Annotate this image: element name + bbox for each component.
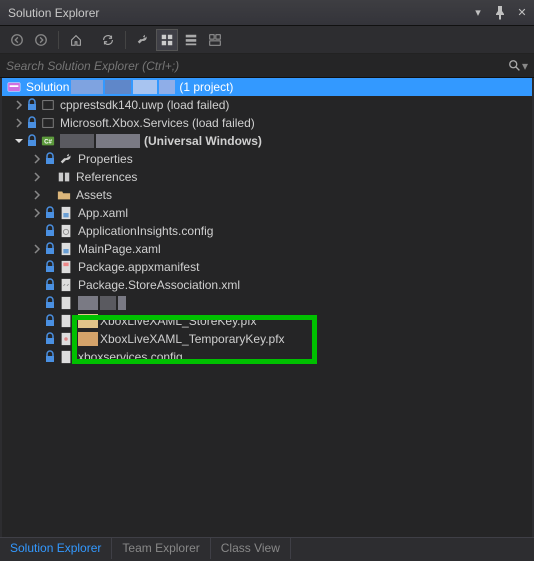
cert-file-icon (58, 331, 74, 347)
node-label: Assets (76, 188, 112, 202)
node-label: XboxLiveXAML_StoreKey.pfx (100, 314, 257, 328)
solution-tree: Solution (1 project) cpprestsdk140.uwp (… (2, 78, 532, 537)
project-disabled-icon (40, 97, 56, 113)
home-button[interactable] (65, 29, 87, 51)
lock-icon (44, 224, 56, 238)
file-icon (58, 295, 74, 311)
lock-icon (44, 260, 56, 274)
toolbar (0, 26, 534, 54)
node-appinsights[interactable]: ApplicationInsights.config (2, 222, 532, 240)
tab-class-view[interactable]: Class View (211, 538, 291, 559)
redacted-solution-name (71, 80, 103, 94)
project-cpprestsdk[interactable]: cpprestsdk140.uwp (load failed) (2, 96, 532, 114)
node-redacted[interactable] (2, 294, 532, 312)
project-disabled-icon (40, 115, 56, 131)
node-label: XboxLiveXAML_TemporaryKey.pfx (100, 332, 285, 346)
csharp-project-icon: C# (40, 133, 56, 149)
solution-node[interactable]: Solution (1 project) (2, 78, 532, 96)
dropdown-icon[interactable]: ▾ (470, 5, 486, 21)
expand-arrow-icon[interactable] (30, 242, 44, 256)
search-icon[interactable]: ▾ (508, 59, 528, 73)
node-label: ApplicationInsights.config (78, 224, 213, 238)
wrench-icon (58, 151, 74, 167)
lock-icon (44, 278, 56, 292)
forward-button[interactable] (30, 29, 52, 51)
xml-file-icon (58, 277, 74, 293)
pin-icon[interactable] (492, 5, 508, 21)
node-xboxservices-config[interactable]: xboxservices.config (2, 348, 532, 366)
expand-arrow-icon[interactable] (30, 170, 44, 184)
references-icon (56, 169, 72, 185)
tab-solution-explorer[interactable]: Solution Explorer (0, 538, 112, 559)
search-input[interactable] (6, 59, 508, 73)
sync-button[interactable] (97, 29, 119, 51)
redacted-project-name (60, 134, 94, 148)
node-label: Properties (78, 152, 133, 166)
expand-arrow-icon[interactable] (12, 98, 26, 112)
svg-text:C#: C# (44, 139, 52, 146)
node-label: App.xaml (78, 206, 128, 220)
node-app-xaml[interactable]: App.xaml (2, 204, 532, 222)
node-redacted[interactable]: XboxLiveXAML_StoreKey.pfx (2, 312, 532, 330)
node-label: References (76, 170, 137, 184)
panel-tabs: Solution Explorer Team Explorer Class Vi… (0, 537, 534, 559)
folder-icon (56, 187, 72, 203)
file-icon (58, 313, 74, 329)
node-references[interactable]: References (2, 168, 532, 186)
solution-label-prefix: Solution (26, 80, 69, 94)
search-bar: ▾ (0, 54, 534, 78)
config-file-icon (58, 223, 74, 239)
node-label: (Universal Windows) (144, 134, 262, 148)
manifest-file-icon (58, 259, 74, 275)
back-button[interactable] (6, 29, 28, 51)
lock-icon (44, 314, 56, 328)
redacted-prefix (78, 332, 98, 346)
node-label: Package.appxmanifest (78, 260, 199, 274)
lock-icon (44, 296, 56, 310)
node-properties[interactable]: Properties (2, 150, 532, 168)
project-main[interactable]: C# (Universal Windows) (2, 132, 532, 150)
collapse-all-button[interactable] (180, 29, 202, 51)
expand-arrow-icon[interactable] (30, 188, 44, 202)
lock-icon (44, 242, 56, 256)
lock-icon (26, 98, 38, 112)
lock-icon (44, 152, 56, 166)
expand-arrow-icon[interactable] (12, 116, 26, 130)
lock-icon (44, 332, 56, 346)
solution-icon (6, 79, 22, 95)
redacted-filename (78, 314, 98, 328)
xaml-file-icon (58, 241, 74, 257)
solution-label-suffix: (1 project) (179, 80, 233, 94)
node-temporarykey[interactable]: XboxLiveXAML_TemporaryKey.pfx (2, 330, 532, 348)
node-label: xboxservices.config (78, 350, 183, 364)
node-mainpage-xaml[interactable]: MainPage.xaml (2, 240, 532, 258)
xaml-file-icon (58, 205, 74, 221)
collapse-arrow-icon[interactable] (12, 134, 26, 148)
expand-arrow-icon[interactable] (30, 152, 44, 166)
redacted-filename (78, 296, 98, 310)
node-label: MainPage.xaml (78, 242, 161, 256)
wrench-button[interactable] (132, 29, 154, 51)
properties-button[interactable] (204, 29, 226, 51)
show-all-files-button[interactable] (156, 29, 178, 51)
node-package-storeassoc[interactable]: Package.StoreAssociation.xml (2, 276, 532, 294)
tab-team-explorer[interactable]: Team Explorer (112, 538, 210, 559)
project-xboxservices[interactable]: Microsoft.Xbox.Services (load failed) (2, 114, 532, 132)
lock-icon (44, 206, 56, 220)
node-label: cpprestsdk140.uwp (load failed) (60, 98, 229, 112)
node-label: Microsoft.Xbox.Services (load failed) (60, 116, 255, 130)
panel-title: Solution Explorer (8, 6, 470, 20)
lock-icon (26, 134, 38, 148)
node-label: Package.StoreAssociation.xml (78, 278, 240, 292)
lock-icon (26, 116, 38, 130)
expand-arrow-icon[interactable] (30, 206, 44, 220)
node-assets[interactable]: Assets (2, 186, 532, 204)
lock-icon (44, 350, 56, 364)
node-package-manifest[interactable]: Package.appxmanifest (2, 258, 532, 276)
close-icon[interactable]: ✕ (514, 5, 530, 21)
config-file-icon (58, 349, 74, 365)
